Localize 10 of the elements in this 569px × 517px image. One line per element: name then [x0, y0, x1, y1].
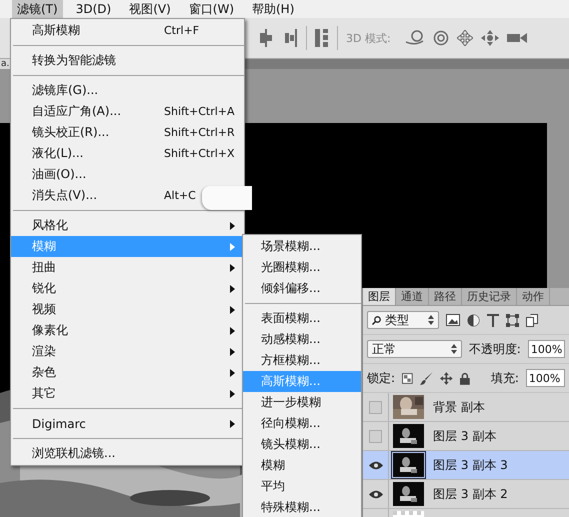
- menu-item[interactable]: 转换为智能滤镜: [11, 50, 244, 71]
- menu-item[interactable]: 滤镜库(G)...: [11, 80, 244, 101]
- menu-bar-item[interactable]: 滤镜(T): [12, 0, 63, 18]
- mode-label: 3D 模式:: [346, 30, 391, 46]
- menu-item[interactable]: 自适应广角(A)... Shift+Ctrl+A: [11, 101, 244, 122]
- menu-item[interactable]: 高斯模糊 Ctrl+F: [11, 20, 244, 41]
- menu-bar-item[interactable]: 3D(D): [70, 0, 116, 18]
- menu-bar-item[interactable]: 窗口(W): [184, 0, 239, 18]
- menu-bar-item[interactable]: 帮助(H): [247, 0, 300, 18]
- menu-bar-item[interactable]: 视图(V): [124, 0, 176, 18]
